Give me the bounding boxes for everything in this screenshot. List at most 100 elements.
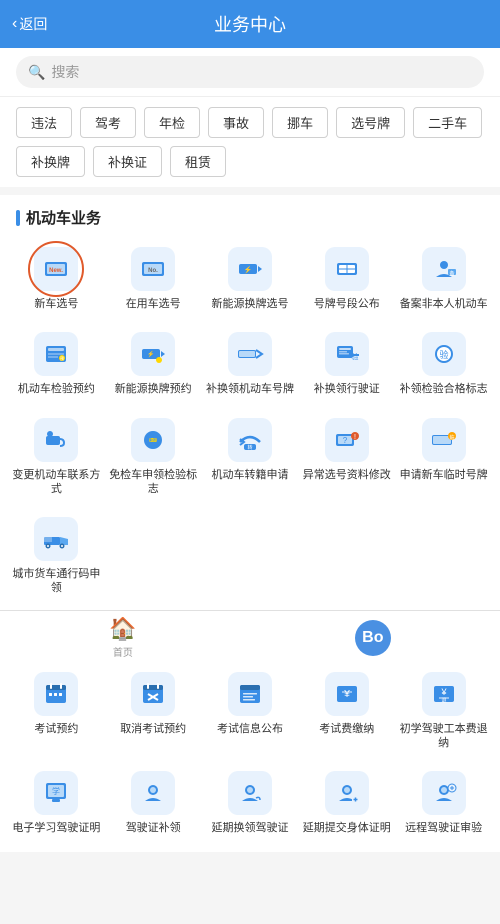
truck-icon (42, 525, 70, 553)
change-contact-icon-bg (34, 418, 78, 462)
driving-items-grid: 考试预约 取消考试预约 (0, 663, 500, 844)
abnormal-icon: ? ! (333, 426, 361, 454)
search-bar[interactable]: 🔍 搜索 (0, 48, 500, 97)
motor-section: 机动车业务 New. 新车选号 (0, 195, 500, 612)
exempt-icon-bg: 免检 (131, 418, 175, 462)
motor-item-used-car[interactable]: No. 在用车选号 (105, 238, 202, 319)
tag-rental[interactable]: 租赁 (170, 146, 226, 177)
motor-item-inspection[interactable]: 预 机动车检验预约 (8, 323, 105, 404)
remote-review-icon-wrap (421, 770, 467, 816)
motor-item-energy-appt[interactable]: ⚡ 新能源换牌预约 (105, 323, 202, 404)
svg-text:?: ? (343, 436, 348, 445)
motor-item-replace-license-label: 补换领行驶证 (314, 382, 380, 396)
inspection-icon-wrap: 预 (33, 331, 79, 377)
new-energy-icon-bg: ⚡ (228, 247, 272, 291)
cancel-exam-icon (139, 680, 167, 708)
change-contact-icon-wrap (33, 417, 79, 463)
driving-item-renew-dl[interactable]: 延期换领驾驶证 (202, 762, 299, 843)
driving-item-cancel-exam[interactable]: 取消考试预约 (105, 663, 202, 759)
tag-move-car[interactable]: 挪车 (272, 107, 328, 138)
exam-appt-icon (42, 680, 70, 708)
svg-text:验: 验 (439, 349, 448, 360)
driving-item-exam-appt[interactable]: 考试预约 (8, 663, 105, 759)
remote-review-icon-bg (422, 771, 466, 815)
motor-item-replace-plate[interactable]: 补换领机动车号牌 (202, 323, 299, 404)
replace-license-icon: 验 (333, 340, 361, 368)
driving-item-exam-info-label: 考试信息公布 (217, 722, 283, 736)
driving-item-e-learn[interactable]: 学 电子学习驾驶证明 (8, 762, 105, 843)
replace-license-icon-bg: 验 (325, 332, 369, 376)
driving-item-remote-review[interactable]: 远程驾驶证审验 (395, 762, 492, 843)
motor-item-new-energy[interactable]: ⚡ 新能源换牌选号 (202, 238, 299, 319)
exam-info-icon (236, 680, 264, 708)
driving-item-exam-fee[interactable]: ¥ 考试费缴纳 (298, 663, 395, 759)
driving-item-replace-dl-label: 驾驶证补领 (126, 821, 181, 835)
tag-replace-plate[interactable]: 补换牌 (16, 146, 85, 177)
transfer-icon-bg: 转 (228, 418, 272, 462)
driving-item-exam-info[interactable]: 考试信息公布 (202, 663, 299, 759)
driving-item-cancel-exam-label: 取消考试预约 (120, 722, 186, 736)
svg-text:¥: ¥ (343, 689, 350, 700)
e-learn-icon-wrap: 学 (33, 770, 79, 816)
title-bar-icon (16, 210, 20, 226)
motor-item-new-car[interactable]: New. 新车选号 (8, 238, 105, 319)
driving-item-beginner-fee[interactable]: ¥ 退 初学驾驶工本费退纳 (395, 663, 492, 759)
tag-replace-cert[interactable]: 补换证 (93, 146, 162, 177)
motor-item-transfer-label: 机动车转籍申请 (211, 468, 288, 482)
home-icon: 🏠 (109, 616, 136, 642)
motor-item-temp-plate[interactable]: 临 申请新车临时号牌 (395, 409, 492, 505)
energy-appt-icon-bg: ⚡ (131, 332, 175, 376)
svg-text:预: 预 (60, 355, 64, 361)
new-energy-icon-wrap: ⚡ (227, 246, 273, 292)
page-title: 业务中心 (214, 11, 286, 37)
new-car-icon-bg: New. (34, 247, 78, 291)
motor-item-transfer[interactable]: 转 机动车转籍申请 (202, 409, 299, 505)
used-car-icon-bg: No. (131, 247, 175, 291)
temp-plate-icon: 临 (430, 426, 458, 454)
remote-review-icon (430, 779, 458, 807)
driving-item-e-learn-label: 电子学习驾驶证明 (12, 821, 100, 835)
motor-item-inspection-badge-label: 补领检验合格标志 (400, 382, 488, 396)
cancel-exam-icon-bg (131, 672, 175, 716)
motor-item-plate-segment[interactable]: 号牌号段公布 (298, 238, 395, 319)
driving-item-medical[interactable]: 延期提交身体证明 (298, 762, 395, 843)
tag-accident[interactable]: 事故 (208, 107, 264, 138)
bottom-nav-home[interactable]: 🏠 首页 (109, 616, 136, 659)
driving-item-exam-fee-label: 考试费缴纳 (319, 722, 374, 736)
svg-text:学: 学 (52, 786, 60, 796)
replace-dl-icon (139, 779, 167, 807)
search-inner[interactable]: 🔍 搜索 (16, 56, 484, 88)
motor-item-abnormal[interactable]: ? ! 异常选号资料修改 (298, 409, 395, 505)
user-icon: Bo (355, 620, 391, 656)
replace-dl-icon-wrap (130, 770, 176, 816)
motor-item-exempt[interactable]: 免检 免检车申领检验标志 (105, 409, 202, 505)
tag-inspection[interactable]: 年检 (144, 107, 200, 138)
tag-violation[interactable]: 违法 (16, 107, 72, 138)
tag-used-car[interactable]: 二手车 (413, 107, 482, 138)
motor-item-truck-label: 城市货车通行码申领 (10, 567, 103, 596)
back-button[interactable]: ‹ 返回 (12, 14, 47, 34)
driving-item-replace-dl[interactable]: 驾驶证补领 (105, 762, 202, 843)
motor-item-replace-license[interactable]: 验 补换领行驶证 (298, 323, 395, 404)
inspection-badge-icon: 验 (430, 340, 458, 368)
temp-plate-icon-wrap: 临 (421, 417, 467, 463)
motor-item-change-contact[interactable]: 变更机动车联系方式 (8, 409, 105, 505)
exam-appt-icon-bg (34, 672, 78, 716)
motor-item-inspection-badge[interactable]: 验 补领检验合格标志 (395, 323, 492, 404)
used-car-icon: No. (139, 255, 167, 283)
inspection-badge-icon-bg: 验 (422, 332, 466, 376)
medical-icon (333, 779, 361, 807)
replace-dl-icon-bg (131, 771, 175, 815)
bottom-nav-user[interactable]: Bo (355, 620, 391, 656)
abnormal-icon-bg: ? ! (325, 418, 369, 462)
tag-plate-selection[interactable]: 选号牌 (336, 107, 405, 138)
driving-item-exam-appt-label: 考试预约 (34, 722, 78, 736)
motor-item-new-energy-label: 新能源换牌选号 (211, 297, 288, 311)
replace-plate-icon-wrap (227, 331, 273, 377)
motor-item-truck[interactable]: 城市货车通行码申领 (8, 508, 105, 604)
svg-text:备: 备 (449, 270, 454, 277)
plate-segment-icon-wrap (324, 246, 370, 292)
beginner-fee-icon: ¥ 退 (430, 680, 458, 708)
motor-item-backup[interactable]: 备 备案非本人机动车 (395, 238, 492, 319)
tag-driver-exam[interactable]: 驾考 (80, 107, 136, 138)
